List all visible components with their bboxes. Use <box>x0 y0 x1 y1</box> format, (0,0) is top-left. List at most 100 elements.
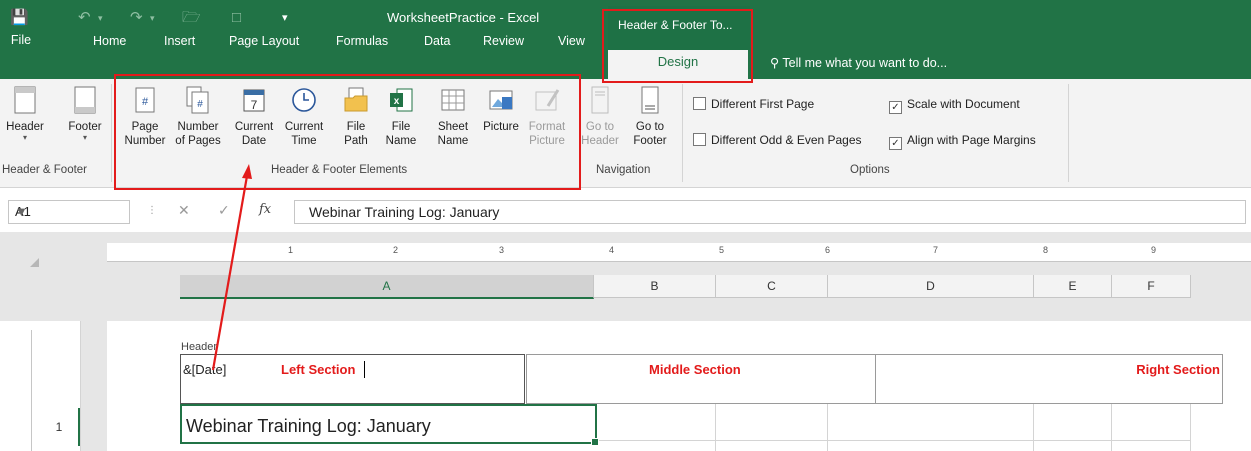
annotation-elements-group-highlight <box>114 74 581 190</box>
different-first-page-label: Different First Page <box>711 97 815 111</box>
go-to-header-label-2: Header <box>581 135 619 147</box>
select-all-corner[interactable] <box>30 258 39 267</box>
tab-page-layout[interactable]: Page Layout <box>229 33 299 50</box>
tab-data[interactable]: Data <box>424 33 450 50</box>
cell-a1-value: Webinar Training Log: January <box>186 416 431 436</box>
different-odd-even-label: Different Odd & Even Pages <box>711 133 862 147</box>
column-header-c[interactable]: C <box>716 275 828 298</box>
column-header-b[interactable]: B <box>594 275 716 298</box>
tab-formulas[interactable]: Formulas <box>336 33 388 50</box>
cell-a1[interactable]: Webinar Training Log: January <box>180 404 597 444</box>
go-to-footer-label-2: Footer <box>633 135 667 147</box>
window-title: WorksheetPractice - Excel <box>387 10 540 25</box>
formula-input[interactable]: Webinar Training Log: January <box>294 200 1246 224</box>
customize-toolbar-icon[interactable]: ▾ <box>282 8 288 28</box>
go-to-header-label-1: Go to <box>585 121 615 133</box>
gridline <box>1111 404 1112 451</box>
row-header-1[interactable]: 1 <box>40 408 80 446</box>
lightbulb-icon: ⚲ <box>770 56 780 70</box>
options-group-label: Options <box>850 164 890 176</box>
enter-icon[interactable]: ✓ <box>218 202 230 219</box>
header-icon <box>14 86 36 114</box>
header-button[interactable]: Header ▾ <box>0 86 50 160</box>
go-to-header-icon <box>591 86 609 114</box>
header-caption: Header <box>181 341 218 353</box>
column-header-a[interactable]: A <box>180 275 594 299</box>
right-section-label: Right Section <box>1136 362 1220 377</box>
different-odd-even-checkbox[interactable]: Different Odd & Even Pages <box>693 133 862 147</box>
redo-icon[interactable]: ↷ <box>130 8 143 28</box>
tab-home[interactable]: Home <box>93 33 126 50</box>
annotation-design-tab-highlight <box>602 9 753 83</box>
gridline <box>595 440 1191 441</box>
header-right-section[interactable]: Right Section <box>875 354 1223 404</box>
tab-view[interactable]: View <box>558 33 585 50</box>
ruler-number: 2 <box>393 245 399 255</box>
tab-insert[interactable]: Insert <box>164 33 195 50</box>
gridline <box>1033 404 1034 451</box>
vertical-ruler <box>17 330 32 451</box>
go-to-footer-button[interactable]: Go to Footer <box>628 86 672 160</box>
more-options-icon[interactable]: ⋮ <box>147 205 157 216</box>
header-middle-section[interactable]: Middle Section <box>526 354 876 404</box>
footer-dropdown-icon: ▾ <box>82 133 87 142</box>
header-dropdown-icon: ▾ <box>22 133 27 142</box>
footer-icon <box>74 86 96 114</box>
middle-section-label: Middle Section <box>649 362 741 377</box>
go-to-header-button: Go to Header <box>580 86 620 160</box>
scale-with-document-label: Scale with Document <box>907 97 1020 111</box>
column-header-e[interactable]: E <box>1034 275 1112 298</box>
fill-handle[interactable] <box>591 438 599 446</box>
name-box[interactable]: A1 ▼ <box>8 200 130 224</box>
go-to-footer-icon <box>641 86 659 114</box>
undo-dropdown-icon[interactable]: ▾ <box>98 8 103 28</box>
header-footer-group-label: Header & Footer <box>2 164 88 176</box>
open-icon[interactable]: 🗁 <box>182 8 201 28</box>
redo-dropdown-icon[interactable]: ▾ <box>150 8 155 28</box>
text-cursor <box>364 361 365 378</box>
gridline <box>1190 404 1191 451</box>
ribbon-separator <box>682 84 683 182</box>
align-with-margins-checkbox[interactable]: ✓ Align with Page Margins <box>889 133 1036 150</box>
new-icon[interactable]: □ <box>232 8 241 28</box>
header-left-section[interactable]: &[Date] Left Section <box>180 354 525 404</box>
gridline <box>827 404 828 451</box>
left-section-label: Left Section <box>281 362 356 377</box>
align-with-margins-label: Align with Page Margins <box>907 133 1036 147</box>
header-left-code: &[Date] <box>183 362 227 377</box>
go-to-footer-label-1: Go to <box>635 121 665 133</box>
navigation-group-label: Navigation <box>596 164 651 176</box>
ruler-number: 9 <box>1151 245 1157 255</box>
different-first-page-checkbox-box <box>693 97 706 110</box>
tell-me-text: Tell me what you want to do... <box>782 56 948 70</box>
tab-file[interactable]: File <box>0 30 42 50</box>
tell-me-box[interactable]: ⚲ Tell me what you want to do... <box>770 55 947 70</box>
ruler-number: 5 <box>719 245 725 255</box>
scale-with-document-checkbox[interactable]: ✓ Scale with Document <box>889 97 1020 114</box>
save-icon[interactable]: 💾 <box>10 8 29 28</box>
footer-button[interactable]: Footer ▾ <box>62 86 108 160</box>
ruler-number: 6 <box>825 245 831 255</box>
checkmark-icon: ✓ <box>889 137 902 150</box>
different-first-page-checkbox[interactable]: Different First Page <box>693 97 814 111</box>
name-box-dropdown-icon[interactable]: ▼ <box>15 204 123 219</box>
checkmark-icon: ✓ <box>889 101 902 114</box>
gridline <box>715 404 716 451</box>
different-odd-even-checkbox-box <box>693 133 706 146</box>
formula-content: Webinar Training Log: January <box>309 204 500 220</box>
cancel-icon[interactable]: ✕ <box>178 202 190 219</box>
header-button-label: Header <box>6 121 44 133</box>
ribbon-separator <box>1068 84 1069 182</box>
ruler-number: 7 <box>933 245 939 255</box>
ruler-number: 3 <box>499 245 505 255</box>
ruler-number: 1 <box>288 245 294 255</box>
tab-review[interactable]: Review <box>483 33 524 50</box>
ruler-number: 4 <box>609 245 615 255</box>
footer-button-label: Footer <box>68 121 102 133</box>
column-header-f[interactable]: F <box>1112 275 1191 298</box>
horizontal-ruler <box>107 243 1251 262</box>
column-header-d[interactable]: D <box>828 275 1034 298</box>
ribbon-separator <box>111 84 112 182</box>
undo-icon[interactable]: ↶ <box>78 8 91 28</box>
insert-function-icon[interactable]: fx <box>259 202 271 217</box>
